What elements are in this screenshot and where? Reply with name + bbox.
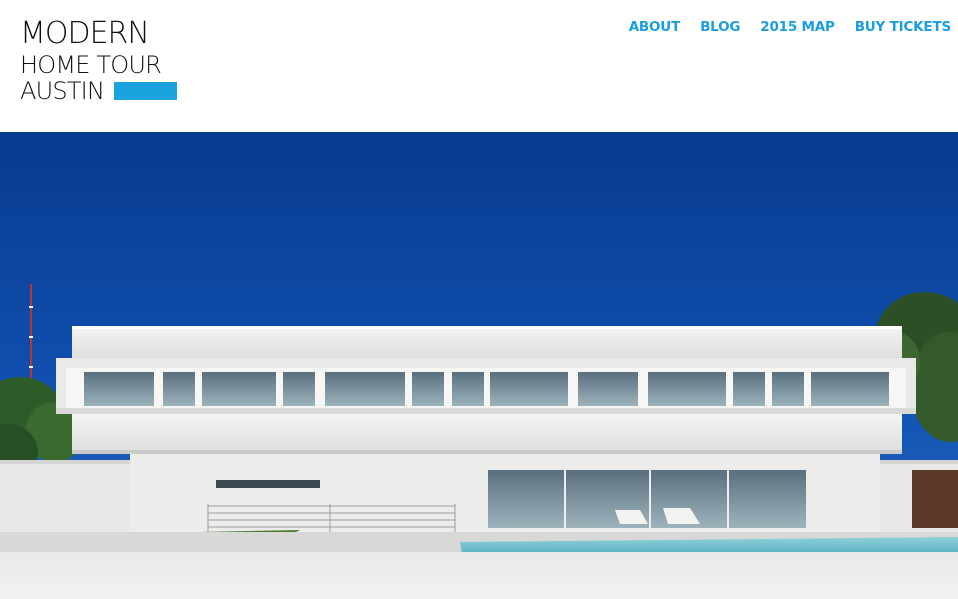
site-header: MODERN HOME TOUR AUSTIN ABOUT BLOG 2015 … [0, 0, 958, 132]
logo-line-3: AUSTIN [20, 77, 105, 105]
main-nav: ABOUT BLOG 2015 MAP BUY TICKETS [629, 19, 952, 35]
nav-blog-link[interactable]: BLOG [700, 19, 740, 35]
logo-line-2: HOME TOUR [20, 51, 162, 79]
foreground-ground [0, 552, 958, 599]
nav-about-link[interactable]: ABOUT [629, 19, 681, 35]
site-logo[interactable]: MODERN HOME TOUR AUSTIN [20, 16, 180, 104]
logo-accent-bar [114, 82, 177, 100]
logo-line-1: MODERN [20, 16, 150, 51]
house-upper-floor [56, 326, 916, 454]
house-ground-floor [130, 454, 958, 534]
hero-image [0, 132, 958, 599]
nav-buy-tickets-link[interactable]: BUY TICKETS [855, 19, 951, 35]
modern-house-photo [0, 132, 958, 599]
nav-map-link[interactable]: 2015 MAP [760, 19, 835, 35]
